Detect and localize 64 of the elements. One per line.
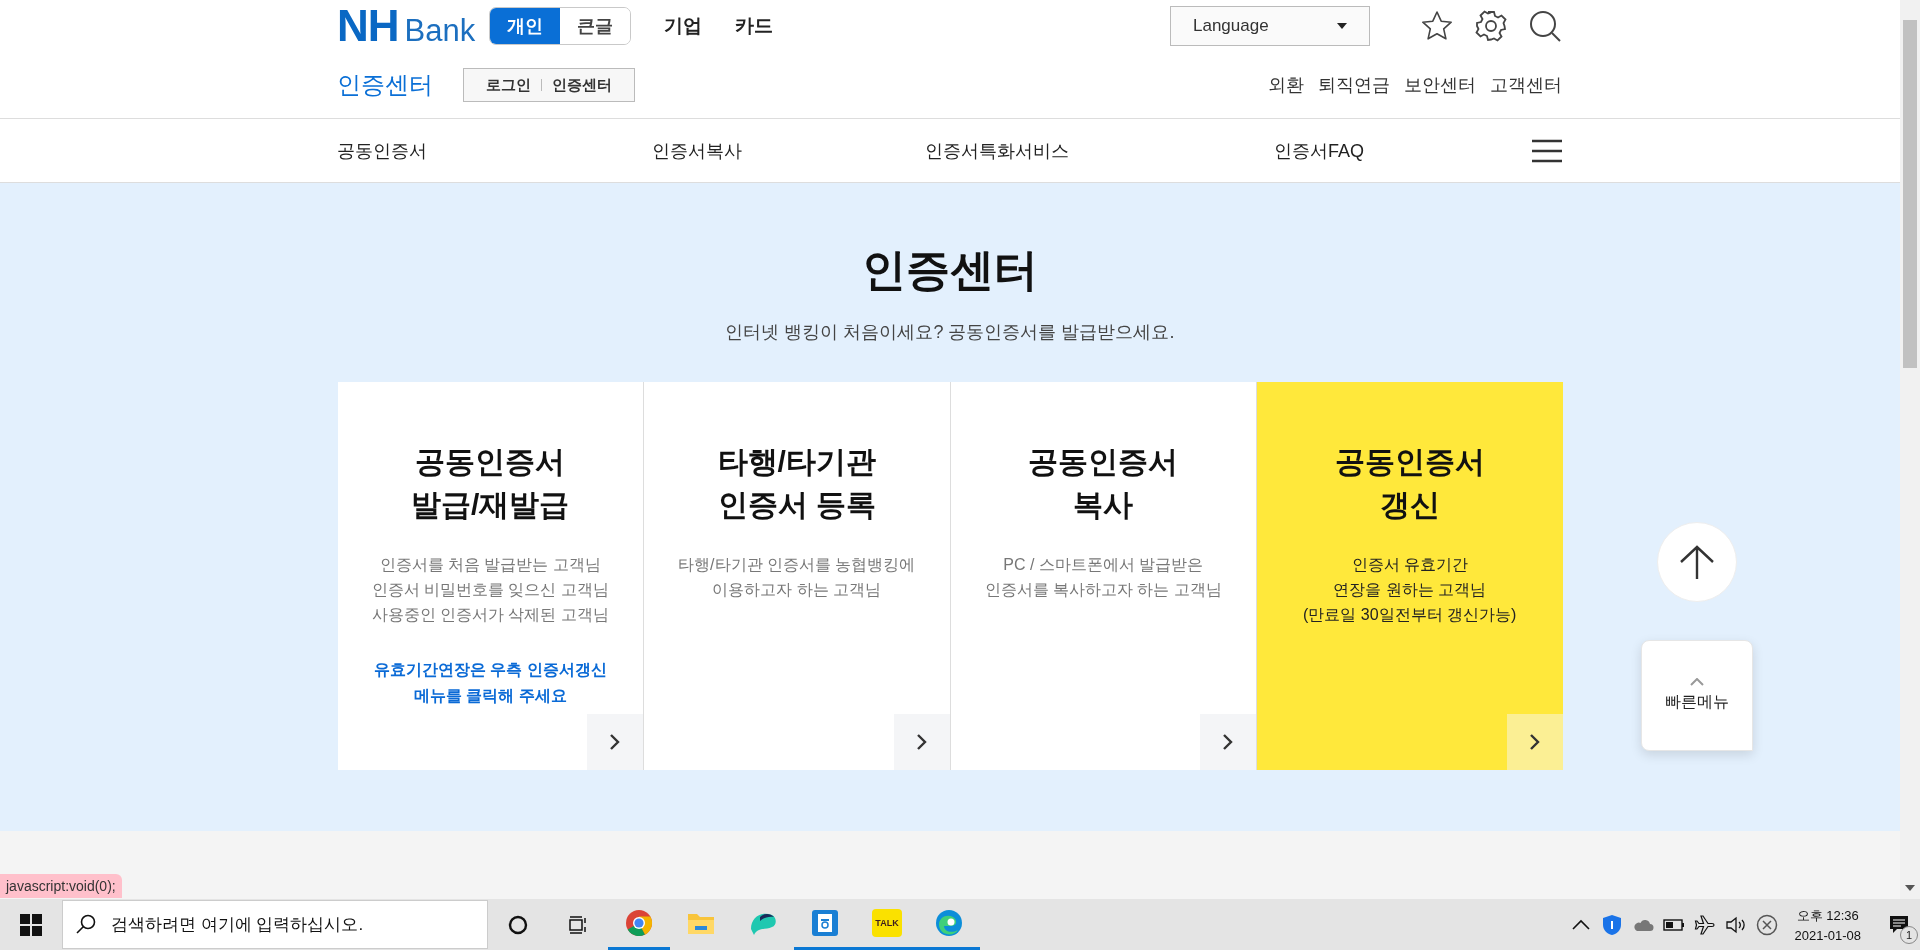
top-link[interactable]: 기업: [664, 13, 703, 39]
chat-app-icon[interactable]: TALK: [872, 909, 902, 937]
quick-menu-button[interactable]: 빠른메뉴: [1641, 640, 1753, 751]
service-card[interactable]: 공동인증서 발급/재발급 인증서를 처음 발급받는 고객님 인증서 비밀번호를 잊으신 고객님 사용중인 인증서가 삭제된 고객님 유효기간연장은 우측 인증서갱신 메뉴를 클릭해 주세요: [337, 382, 644, 770]
nav-item[interactable]: 인증서복사: [652, 138, 742, 163]
utility-link[interactable]: 퇴직연금: [1318, 73, 1390, 97]
section-button[interactable]: 인증센터: [542, 75, 622, 95]
card-title: 공동인증서 갱신: [1334, 444, 1485, 523]
card-description: PC / 스마트폰에서 발급받은 인증서를 복사하고자 하는 고객님: [984, 555, 1222, 600]
card-description: 타행/타기관 인증서를 농협뱅킹에 이용하고자 하는 고객님: [678, 555, 916, 600]
card-title: 공동인증서 발급/재발급: [411, 444, 570, 523]
language-select[interactable]: Language: [1170, 6, 1370, 46]
circle-icon[interactable]: [508, 914, 528, 935]
utility-link[interactable]: 고객센터: [1490, 73, 1562, 97]
document-app-icon[interactable]: [811, 909, 839, 937]
taskbar-clock[interactable]: 오후 12:36 2021-01-08: [1794, 906, 1861, 943]
browser-icon[interactable]: [935, 909, 963, 937]
taskbar-search-field[interactable]: 검색하려면 여기에 입력하십시오.: [62, 900, 488, 949]
task-view-icon[interactable]: [568, 914, 588, 935]
top-link[interactable]: 카드: [735, 13, 774, 39]
airplane-icon[interactable]: [1693, 913, 1716, 936]
arrow-up-icon: [1678, 544, 1716, 580]
browser-icon[interactable]: [625, 909, 653, 937]
nav-item[interactable]: 인증서특화서비스: [925, 138, 1069, 163]
scrollbar[interactable]: [1900, 0, 1920, 899]
card-title: 타행/타기관 인증서 등록: [717, 444, 876, 523]
nav-item[interactable]: 공동인증서: [337, 138, 427, 163]
page-title: 인증센터: [862, 244, 1038, 296]
notification-badge: 1: [1900, 926, 1918, 944]
chevron-right-icon: [609, 733, 621, 751]
menu-icon[interactable]: [1532, 138, 1562, 163]
clock-date: 2021-01-08: [1794, 927, 1861, 943]
folder-icon[interactable]: [687, 911, 715, 935]
caret-up-icon: [1690, 678, 1704, 686]
section-button[interactable]: 로그인: [476, 75, 541, 95]
utility-link[interactable]: 외환: [1268, 73, 1304, 97]
search-icon[interactable]: [1528, 9, 1562, 43]
windows-start-icon[interactable]: [20, 913, 42, 936]
close-circle-icon[interactable]: [1755, 913, 1778, 936]
card-note: 유효기간연장은 우측 인증서갱신 메뉴를 클릭해 주세요: [373, 660, 607, 706]
page-subtitle: 인터넷 뱅킹이 처음이세요? 공동인증서를 발급받으세요.: [725, 321, 1175, 344]
segment-tab[interactable]: 개인: [490, 8, 561, 44]
utility-link[interactable]: 보안센터: [1404, 73, 1476, 97]
service-card[interactable]: 타행/타기관 인증서 등록 타행/타기관 인증서를 농협뱅킹에 이용하고자 하는 고객님: [644, 382, 951, 770]
logo-mark[interactable]: NH: [337, 1, 399, 51]
dropdown-icon: [1337, 23, 1347, 29]
logo-word[interactable]: Bank: [404, 13, 476, 49]
chevron-right-icon: [1528, 733, 1541, 751]
status-url: javascript:void(0);: [0, 874, 122, 898]
clock-time: 오후 12:36: [1796, 906, 1859, 925]
card-description: 인증서를 처음 발급받는 고객님 인증서 비밀번호를 잊으신 고객님 사용중인 인증서가 삭제된 고객님: [371, 555, 609, 625]
chevron-right-icon: [915, 733, 928, 751]
card-description: 인증서 유효기간 연장을 원하는 고객님 (만료일 30일전부터 갱신가능): [1303, 555, 1517, 625]
settings-icon[interactable]: [1474, 9, 1508, 43]
service-card[interactable]: 공동인증서 갱신 인증서 유효기간 연장을 원하는 고객님 (만료일 30일전부터 갱신가능): [1257, 382, 1563, 770]
section-title[interactable]: 인증센터: [337, 69, 433, 101]
search-icon: [76, 914, 96, 934]
scroll-down-icon[interactable]: [1905, 885, 1915, 891]
nav-item[interactable]: 인증서FAQ: [1274, 138, 1364, 163]
shield-icon[interactable]: [1600, 913, 1623, 936]
service-card[interactable]: 공동인증서 복사 PC / 스마트폰에서 발급받은 인증서를 복사하고자 하는 고객님: [950, 382, 1257, 770]
chevron-right-icon: [1222, 733, 1234, 751]
card-title: 공동인증서 복사: [1028, 444, 1179, 523]
scrollbar-thumb[interactable]: [1903, 20, 1917, 368]
